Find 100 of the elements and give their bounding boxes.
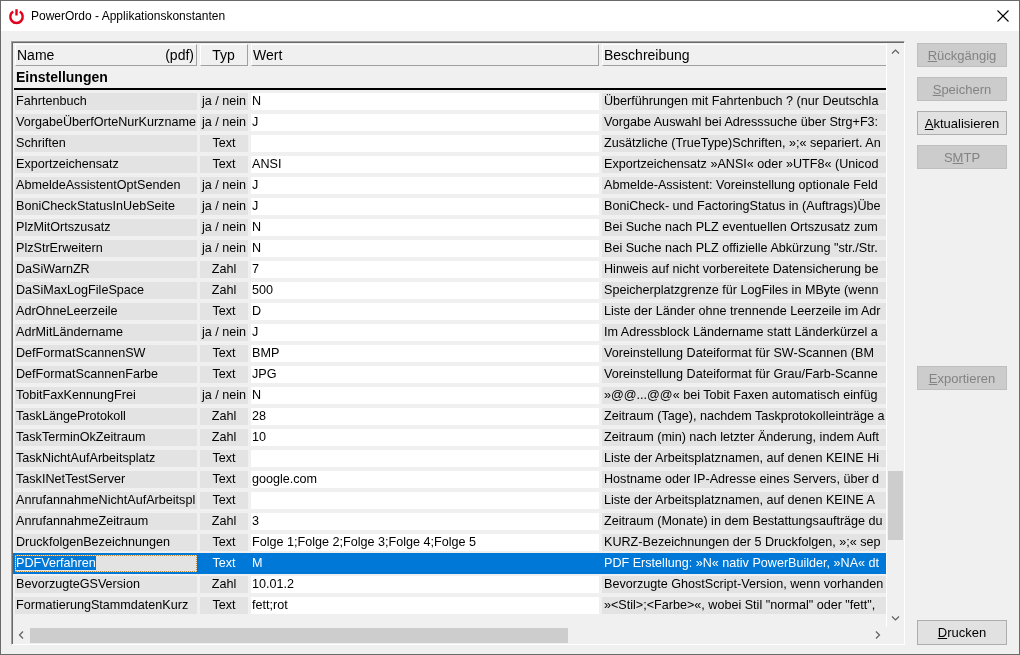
name-cell: AdrMitLändername	[15, 324, 197, 341]
table-row[interactable]: DaSiMaxLogFileSpace Zahl 500 Speicherplatzgrenze für LogFiles in MByte (wenn	[13, 280, 886, 301]
type-cell: ja / nein	[200, 240, 248, 257]
type-cell: Text	[200, 450, 248, 467]
description-cell: Voreinstellung Dateiformat für Grau/Farb-Scanne	[602, 366, 887, 383]
scrollbar-thumb[interactable]	[30, 627, 568, 643]
description-cell: Hostname oder IP-Adresse eines Servers, über d	[602, 471, 887, 488]
description-cell: KURZ-Bezeichnungen der 5 Druckfolgen, »;« sep	[602, 534, 887, 551]
table-row[interactable]: TaskLängeProtokoll Zahl 28 Zeitraum (Tage), nachdem Taskprotokolleinträge a	[13, 406, 886, 427]
value-field[interactable]: M	[251, 555, 599, 572]
value-field[interactable]: J	[251, 114, 599, 131]
name-cell: AnrufannahmeNichtAufArbeitspl	[15, 492, 197, 509]
description-cell: Voreinstellung Dateiformat für SW-Scannen (BM	[602, 345, 887, 362]
table-row[interactable]: AdrMitLändername ja / nein J Im Adressblock Ländername statt Länderkürzel a	[13, 322, 886, 343]
type-cell: Zahl	[200, 282, 248, 299]
table-row[interactable]: VorgabeÜberfOrteNurKurzname ja / nein J Vorgabe Auswahl bei Adresssuche über Strg+F3:	[13, 112, 886, 133]
name-cell: TaskINetTestServer	[15, 471, 197, 488]
value-field[interactable]: google.com	[251, 471, 599, 488]
value-field[interactable]: 7	[251, 261, 599, 278]
value-field[interactable]: JPG	[251, 366, 599, 383]
table-row[interactable]: AnrufannahmeNichtAufArbeitspl Text Liste der Arbeitsplatznamen, auf denen KEINE A	[13, 490, 886, 511]
table-row[interactable]: Exportzeichensatz Text ANSI Exportzeichensatz »ANSI« oder »UTF8« (Unicod	[13, 154, 886, 175]
table-row[interactable]: Schriften Text Zusätzliche (TrueType)Schriften, »;« separiert. An	[13, 133, 886, 154]
type-cell: ja / nein	[200, 198, 248, 215]
column-title: Beschreibung	[604, 47, 690, 63]
type-cell: Zahl	[200, 576, 248, 593]
value-field[interactable]: BMP	[251, 345, 599, 362]
type-cell: Zahl	[200, 408, 248, 425]
table-row[interactable]: AdrOhneLeerzeile Text D Liste der Länder ohne trennende Leerzeile im Adr	[13, 301, 886, 322]
action-button[interactable]: Aktualisieren	[917, 111, 1007, 135]
column-title: Wert	[253, 47, 283, 63]
type-cell: Text	[200, 534, 248, 551]
name-cell: AbmeldeAssistentOptSenden	[15, 177, 197, 194]
table-row[interactable]: TaskNichtAufArbeitsplatz Text Liste der Arbeitsplatznamen, auf denen KEINE Hi	[13, 448, 886, 469]
type-cell: Text	[200, 366, 248, 383]
description-cell: Speicherplatzgrenze für LogFiles in MByte (wenn	[602, 282, 887, 299]
description-cell-text: PDF Erstellung: »N« nativ PowerBuilder, »NA« dt	[603, 555, 881, 572]
name-cell: DefFormatScannenSW	[15, 345, 197, 362]
name-cell: TaskLängeProtokoll	[15, 408, 197, 425]
table-row[interactable]: PlzStrErweitern ja / nein N Bei Suche nach PLZ offizielle Abkürzung "str./Str.	[13, 238, 886, 259]
table-row[interactable]: DruckfolgenBezeichnungen Text Folge 1;Folge 2;Folge 3;Folge 4;Folge 5 KURZ-Bezeichnungen der 5 Druckfolgen, »;« sep	[13, 532, 886, 553]
value-field[interactable]: ANSI	[251, 156, 599, 173]
vertical-scrollbar[interactable]	[886, 43, 903, 627]
value-field[interactable]: 500	[251, 282, 599, 299]
table-row[interactable]: TaskINetTestServer Text google.com Hostname oder IP-Adresse eines Servers, über d	[13, 469, 886, 490]
table-row[interactable]: BevorzugteGSVersion Zahl 10.01.2 Bevorzugte GhostScript-Version, wenn vorhanden	[13, 574, 886, 595]
name-cell: TobitFaxKennungFrei	[15, 387, 197, 404]
name-cell: DefFormatScannenFarbe	[15, 366, 197, 383]
value-field[interactable]: N	[251, 240, 599, 257]
type-cell: ja / nein	[200, 387, 248, 404]
table-row[interactable]: PlzMitOrtszusatz ja / nein N Bei Suche nach PLZ eventuellen Ortszusatz zum	[13, 217, 886, 238]
value-field[interactable]: J	[251, 177, 599, 194]
name-cell: TaskNichtAufArbeitsplatz	[15, 450, 197, 467]
action-button[interactable]: Drucken	[917, 620, 1007, 645]
value-field[interactable]: 3	[251, 513, 599, 530]
scrollbar-thumb[interactable]	[887, 471, 903, 540]
description-cell: Bevorzugte GhostScript-Version, wenn vorhanden	[602, 576, 887, 593]
name-cell: BevorzugteGSVersion	[15, 576, 197, 593]
value-field[interactable]: N	[251, 219, 599, 236]
description-cell: Exportzeichensatz »ANSI« oder »UTF8« (Unicod	[602, 156, 887, 173]
table-row[interactable]: AbmeldeAssistentOptSenden ja / nein J Abmelde-Assistent: Voreinstellung optionale Feld	[13, 175, 886, 196]
value-field[interactable]: fett;rot	[251, 597, 599, 614]
description-cell: Zeitraum (Monate) in dem Bestattungsaufträge du	[602, 513, 887, 530]
table-row[interactable]: DaSiWarnZR Zahl 7 Hinweis auf nicht vorbereitete Datensicherung be	[13, 259, 886, 280]
table-row[interactable]: FormatierungStammdatenKurz Text fett;rot »<Stil>;<Farbe>«, wobei Stil "normal" oder "fett",	[13, 595, 886, 616]
value-field[interactable]: 10.01.2	[251, 576, 599, 593]
description-cell: Hinweis auf nicht vorbereitete Datensicherung be	[602, 261, 887, 278]
column-title: Name	[17, 47, 55, 63]
value-field[interactable]: J	[251, 198, 599, 215]
description-cell: BoniCheck- und FactoringStatus in (Auftrags)Übe	[602, 198, 887, 215]
table-row[interactable]: TaskTerminOkZeitraum Zahl 10 Zeitraum (min) nach letzter Änderung, indem Auft	[13, 427, 886, 448]
value-field[interactable]: N	[251, 93, 599, 110]
name-cell: Exportzeichensatz	[15, 156, 197, 173]
table-row[interactable]: AnrufannahmeZeitraum Zahl 3 Zeitraum (Monate) in dem Bestattungsaufträge du	[13, 511, 886, 532]
table-row[interactable]: PDFVerfahren Text M PDF Erstellung: »N« nativ PowerBuilder, »NA« dt	[13, 553, 886, 574]
type-cell: ja / nein	[200, 324, 248, 341]
value-field[interactable]: 28	[251, 408, 599, 425]
description-cell: Bei Suche nach PLZ offizielle Abkürzung "str./Str.	[602, 240, 887, 257]
table-row[interactable]: DefFormatScannenFarbe Text JPG Voreinstellung Dateiformat für Grau/Farb-Scanne	[13, 364, 886, 385]
close-icon[interactable]	[997, 10, 1009, 22]
name-cell: FormatierungStammdatenKurz	[15, 597, 197, 614]
table-row[interactable]: BoniCheckStatusInUebSeite ja / nein J BoniCheck- und FactoringStatus in (Auftrags)Übe	[13, 196, 886, 217]
description-cell: Liste der Arbeitsplatznamen, auf denen KEINE Hi	[602, 450, 887, 467]
value-field[interactable]: 10	[251, 429, 599, 446]
name-cell: VorgabeÜberfOrteNurKurzname	[15, 114, 197, 131]
description-cell: Überführungen mit Fahrtenbuch ? (nur Deutschla	[602, 93, 887, 110]
value-field[interactable]: Folge 1;Folge 2;Folge 3;Folge 4;Folge 5	[251, 534, 599, 551]
type-cell: Text	[200, 345, 248, 362]
group-title: Einstellungen	[16, 69, 108, 85]
value-field[interactable]: D	[251, 303, 599, 320]
table-row[interactable]: DefFormatScannenSW Text BMP Voreinstellung Dateiformat für SW-Scannen (BM	[13, 343, 886, 364]
type-cell: ja / nein	[200, 114, 248, 131]
table-row[interactable]: Fahrtenbuch ja / nein N Überführungen mit Fahrtenbuch ? (nur Deutschla	[13, 91, 886, 112]
table-row[interactable]: TobitFaxKennungFrei ja / nein N »@@...@@« bei Tobit Faxen automatisch einfüg	[13, 385, 886, 406]
value-field[interactable]: N	[251, 387, 599, 404]
description-cell: Abmelde-Assistent: Voreinstellung optionale Feld	[602, 177, 887, 194]
name-cell: BoniCheckStatusInUebSeite	[15, 198, 197, 215]
type-cell: Text	[200, 471, 248, 488]
description-cell: Liste der Länder ohne trennende Leerzeile im Adr	[602, 303, 887, 320]
value-field[interactable]: J	[251, 324, 599, 341]
